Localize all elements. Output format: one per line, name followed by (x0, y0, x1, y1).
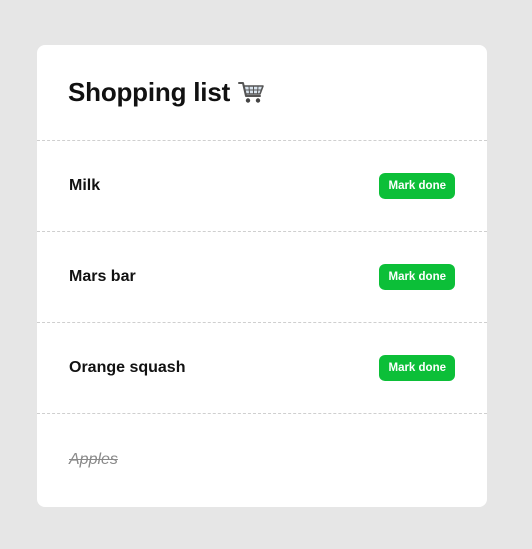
mark-done-button[interactable]: Mark done (379, 264, 455, 290)
item-label: Apples (69, 450, 118, 468)
item-label: Mars bar (69, 268, 136, 285)
list-item: Mars bar Mark done (37, 232, 487, 323)
shopping-list: Milk Mark done Mars bar Mark done Orange… (37, 141, 487, 505)
shopping-list-card: Shopping list Milk Mark done Mars bar Ma… (37, 45, 487, 507)
list-item: Milk Mark done (37, 141, 487, 232)
mark-done-button[interactable]: Mark done (379, 173, 455, 199)
list-item-done: Apples (37, 414, 487, 505)
list-item: Orange squash Mark done (37, 323, 487, 414)
item-label: Milk (69, 177, 101, 194)
shopping-cart-icon (238, 78, 266, 106)
item-label: Orange squash (69, 359, 186, 376)
mark-done-button[interactable]: Mark done (379, 355, 455, 381)
card-header: Shopping list (37, 45, 487, 141)
page-title: Shopping list (68, 77, 266, 108)
title-text: Shopping list (68, 77, 231, 107)
